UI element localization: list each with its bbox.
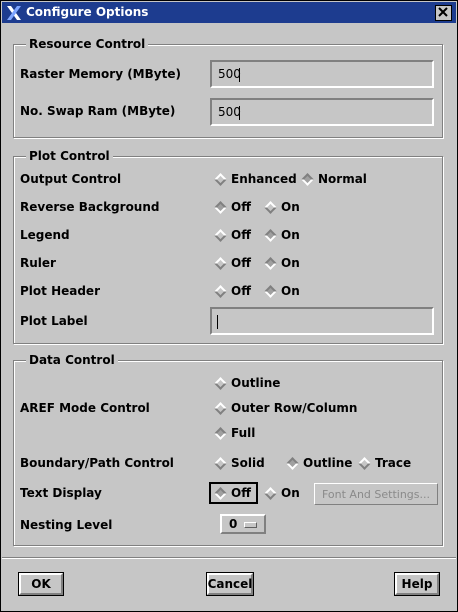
boundary-solid-radio[interactable]: Solid xyxy=(212,455,265,471)
raster-memory-label: Raster Memory (MByte) xyxy=(20,67,181,81)
radio-diamond-icon xyxy=(301,172,314,186)
radio-diamond-icon xyxy=(214,376,227,390)
radio-diamond-icon xyxy=(214,228,227,242)
resource-control-legend: Resource Control xyxy=(26,37,149,51)
radio-diamond-icon xyxy=(214,426,227,440)
legend-on-radio[interactable]: On xyxy=(262,227,300,243)
aref-mode-label: AREF Mode Control xyxy=(20,401,150,415)
reverse-off-radio[interactable]: Off xyxy=(212,199,251,215)
radio-diamond-icon xyxy=(264,200,277,214)
legend-label: Legend xyxy=(20,228,70,242)
boundary-path-label: Boundary/Path Control xyxy=(20,456,174,470)
radio-diamond-icon xyxy=(264,228,277,242)
text-display-off-radio[interactable]: Off xyxy=(209,482,258,504)
radio-diamond-icon xyxy=(214,486,227,500)
title-bar[interactable]: Configure Options xyxy=(2,2,456,23)
cancel-button[interactable]: Cancel xyxy=(206,572,254,596)
close-icon xyxy=(438,7,448,17)
text-caret xyxy=(239,106,240,120)
raster-memory-input[interactable]: 500 xyxy=(210,60,434,88)
close-button[interactable] xyxy=(435,5,452,21)
swap-ram-label: No. Swap Ram (MByte) xyxy=(20,104,176,118)
plot-control-legend: Plot Control xyxy=(26,149,113,163)
text-display-label: Text Display xyxy=(20,486,102,500)
aref-outline-radio[interactable]: Outline xyxy=(212,375,280,391)
output-control-label: Output Control xyxy=(20,172,122,186)
radio-diamond-icon xyxy=(264,486,277,500)
text-display-on-radio[interactable]: On xyxy=(262,485,300,501)
nesting-level-option-menu[interactable]: 0 xyxy=(220,514,266,534)
help-button[interactable]: Help xyxy=(394,572,440,596)
text-caret xyxy=(217,315,218,329)
output-enhanced-radio[interactable]: Enhanced xyxy=(212,171,297,187)
reverse-on-radio[interactable]: On xyxy=(262,199,300,215)
radio-diamond-icon xyxy=(358,456,371,470)
configure-options-dialog: Configure Options Resource Control Raste… xyxy=(0,0,458,612)
output-normal-radio[interactable]: Normal xyxy=(299,171,367,187)
swap-ram-input[interactable]: 500 xyxy=(210,98,434,126)
aref-full-radio[interactable]: Full xyxy=(212,425,255,441)
radio-diamond-icon xyxy=(214,284,227,298)
radio-diamond-icon xyxy=(264,256,277,270)
option-menu-indicator-icon xyxy=(244,522,257,528)
ruler-on-radio[interactable]: On xyxy=(262,255,300,271)
window-title: Configure Options xyxy=(26,5,149,19)
radio-diamond-icon xyxy=(214,256,227,270)
text-caret xyxy=(239,68,240,82)
ok-button[interactable]: OK xyxy=(18,572,64,596)
ruler-off-radio[interactable]: Off xyxy=(212,255,251,271)
font-and-settings-button[interactable]: Font And Settings... xyxy=(314,483,438,505)
radio-diamond-icon xyxy=(264,284,277,298)
x-logo-icon xyxy=(7,6,21,20)
boundary-trace-radio[interactable]: Trace xyxy=(356,455,411,471)
button-separator xyxy=(2,557,456,559)
radio-diamond-icon xyxy=(214,172,227,186)
plot-header-label: Plot Header xyxy=(20,284,100,298)
plot-label-label: Plot Label xyxy=(20,314,88,328)
legend-off-radio[interactable]: Off xyxy=(212,227,251,243)
reverse-background-label: Reverse Background xyxy=(20,200,160,214)
ruler-label: Ruler xyxy=(20,256,56,270)
nesting-level-label: Nesting Level xyxy=(20,518,113,532)
plot-label-input[interactable] xyxy=(210,307,434,335)
radio-diamond-icon xyxy=(214,401,227,415)
data-control-legend: Data Control xyxy=(26,353,118,367)
radio-diamond-icon xyxy=(214,200,227,214)
radio-diamond-icon xyxy=(214,456,227,470)
aref-outer-row-column-radio[interactable]: Outer Row/Column xyxy=(212,400,357,416)
plot-header-on-radio[interactable]: On xyxy=(262,283,300,299)
plot-header-off-radio[interactable]: Off xyxy=(212,283,251,299)
radio-diamond-icon xyxy=(286,456,299,470)
boundary-outline-radio[interactable]: Outline xyxy=(284,455,352,471)
